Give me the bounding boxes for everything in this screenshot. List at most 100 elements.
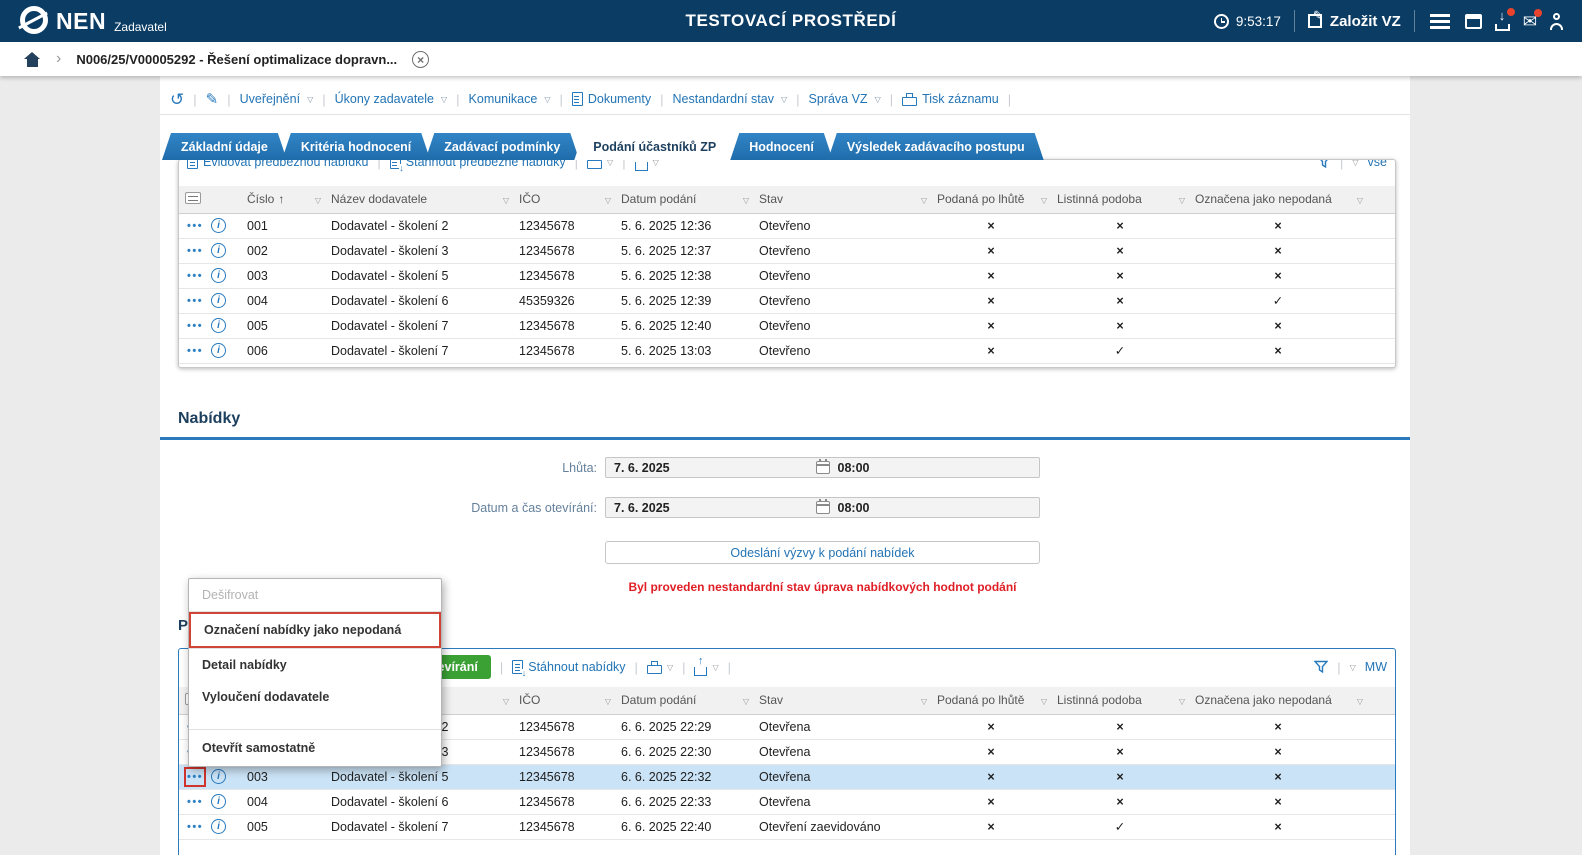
column-po-lhute[interactable]: Podaná po lhůtě ▽: [931, 186, 1051, 214]
column-filter-caret[interactable]: ▽: [921, 196, 927, 205]
row-menu-button[interactable]: •••: [187, 244, 203, 258]
view-selector[interactable]: vše: [1368, 160, 1387, 169]
table-row[interactable]: ••• i 006 Dodavatel - školení 7 12345678 …: [179, 338, 1395, 364]
column-ico[interactable]: IČO ▽: [513, 687, 615, 715]
menu-sprava-vz[interactable]: Správa VZ ▽: [809, 92, 881, 106]
column-filter-caret[interactable]: ▽: [605, 697, 611, 706]
table-row[interactable]: ••• i 005 Dodavatel - školení 7 12345678 …: [179, 313, 1395, 339]
column-filter-caret[interactable]: ▽: [503, 196, 509, 205]
row-menu-button[interactable]: •••: [187, 344, 203, 358]
column-filter-caret[interactable]: ▽: [921, 697, 927, 706]
print-button[interactable]: ▽: [646, 660, 673, 674]
info-icon[interactable]: i: [211, 769, 227, 784]
export-button[interactable]: ▽: [634, 160, 659, 171]
close-record-icon[interactable]: ×: [412, 50, 430, 68]
column-filter-caret[interactable]: ▽: [1179, 196, 1185, 205]
row-menu-button[interactable]: •••: [187, 319, 203, 333]
table-row[interactable]: •••i 002 Dodavatel - školení 3 12345678 …: [179, 238, 1395, 264]
info-icon[interactable]: i: [211, 293, 227, 308]
row-menu-button[interactable]: •••: [187, 795, 203, 809]
info-icon[interactable]: i: [211, 794, 227, 809]
row-menu-button[interactable]: •••: [183, 766, 207, 787]
messages-button[interactable]: ✉: [1523, 8, 1542, 30]
info-icon[interactable]: i: [211, 318, 227, 333]
column-nepodana[interactable]: Označena jako nepodaná ▽: [1189, 186, 1367, 214]
tab-podani-ucastniku-zp[interactable]: Podání účastníků ZP: [574, 133, 735, 160]
column-filter-caret[interactable]: ▽: [743, 196, 749, 205]
filter-icon[interactable]: [1317, 160, 1331, 169]
row-menu-button[interactable]: •••: [187, 219, 203, 233]
menu-item-detail-nabidky[interactable]: Detail nabídky: [189, 649, 441, 681]
column-nepodana[interactable]: Označena jako nepodaná ▽: [1189, 687, 1367, 715]
table-row[interactable]: ••• i 003 Dodavatel - školení 5 12345678 …: [179, 263, 1395, 289]
column-filter-caret[interactable]: ▽: [1041, 697, 1047, 706]
column-filter-caret[interactable]: ▽: [743, 697, 749, 706]
view-selector[interactable]: MW: [1365, 660, 1387, 674]
column-filter-caret[interactable]: ▽: [503, 697, 509, 706]
info-icon[interactable]: i: [211, 343, 227, 358]
pencil-icon[interactable]: ✎: [206, 91, 219, 108]
deadline-datetime-field[interactable]: 7. 6. 2025 08:00: [605, 457, 1040, 478]
info-icon[interactable]: i: [211, 218, 227, 233]
menu-uverejneni[interactable]: Uveřejnění ▽: [240, 92, 314, 106]
table-row[interactable]: ••• i 005 Dodavatel - školení 7 12345678 …: [179, 814, 1395, 840]
table-row[interactable]: ••• i 004 Dodavatel - školení 6 45359326 …: [179, 288, 1395, 314]
filter-icon[interactable]: [1314, 660, 1329, 674]
menu-dokumenty[interactable]: Dokumenty: [571, 92, 651, 106]
create-vz-button[interactable]: Založit VZ: [1307, 8, 1401, 30]
export-button[interactable]: ▽: [694, 655, 719, 676]
info-icon[interactable]: i: [211, 819, 227, 834]
downloads-button[interactable]: [1494, 7, 1515, 31]
column-listinna[interactable]: Listinná podoba ▽: [1051, 687, 1189, 715]
column-ico[interactable]: IČO ▽: [513, 186, 615, 214]
column-filter-caret[interactable]: ▽: [315, 196, 321, 205]
column-filter-caret[interactable]: ▽: [605, 196, 611, 205]
table-row[interactable]: ••• i 003 Dodavatel - školení 5 12345678 …: [179, 764, 1395, 790]
column-stav[interactable]: Stav ▽: [753, 186, 931, 214]
calendar-button[interactable]: [1464, 13, 1482, 29]
brand[interactable]: NEN Zadavatel: [20, 4, 167, 38]
send-invitation-button[interactable]: Odeslání výzvy k podání nabídek: [605, 541, 1040, 564]
menu-komunikace[interactable]: Komunikace ▽: [469, 92, 551, 106]
info-icon[interactable]: i: [211, 243, 227, 258]
tab-kriteria-hodnoceni[interactable]: Kritéria hodnocení: [282, 133, 430, 160]
tab-vysledek-zadavaciho-postupu[interactable]: Výsledek zadávacího postupu: [828, 133, 1044, 160]
main-menu-button[interactable]: [1428, 11, 1452, 32]
profile-button[interactable]: [1550, 12, 1566, 30]
column-datum[interactable]: Datum podání ▽: [615, 186, 753, 214]
menu-item-vylouceni-dodavatele[interactable]: Vyloučení dodavatele: [189, 681, 441, 713]
table-row[interactable]: •••i 001 Dodavatel - školení 2 12345678 …: [179, 213, 1395, 239]
column-filter-caret[interactable]: ▽: [1357, 196, 1363, 205]
column-listinna[interactable]: Listinná podoba ▽: [1051, 186, 1189, 214]
tab-hodnoceni[interactable]: Hodnocení: [730, 133, 833, 160]
home-icon[interactable]: [24, 51, 41, 67]
row-menu-button[interactable]: •••: [187, 294, 203, 308]
column-filter-caret[interactable]: ▽: [1357, 697, 1363, 706]
menu-item-oznaceni-nepodana[interactable]: Označení nabídky jako nepodaná: [189, 612, 441, 648]
download-offers-button[interactable]: Stáhnout nabídky: [512, 660, 626, 677]
column-filter-caret[interactable]: ▽: [1041, 196, 1047, 205]
history-icon[interactable]: ↺: [170, 91, 184, 108]
menu-ukony-zadavatele[interactable]: Úkony zadavatele ▽: [335, 92, 448, 106]
tab-zadavaci-podminky[interactable]: Zadávací podmínky: [425, 133, 579, 160]
column-po-lhute[interactable]: Podaná po lhůtě ▽: [931, 687, 1051, 715]
tab-zakladni-udaje[interactable]: Základní údaje: [162, 133, 287, 160]
column-filter-caret[interactable]: ▽: [1179, 697, 1185, 706]
column-settings[interactable]: [179, 186, 241, 214]
row-menu-button[interactable]: •••: [187, 820, 203, 834]
menu-nestandardni-stav[interactable]: Nestandardní stav ▽: [673, 92, 788, 106]
row-menu-button[interactable]: •••: [187, 269, 203, 283]
menu-item-otevrit-samostatne[interactable]: Otevřít samostatně: [189, 730, 441, 766]
opening-datetime-field[interactable]: 7. 6. 2025 08:00: [605, 497, 1040, 518]
column-datum[interactable]: Datum podání ▽: [615, 687, 753, 715]
column-cislo[interactable]: Číslo↑▽: [241, 186, 325, 214]
download-prelim-offers-button[interactable]: Stáhnout předběžné nabídky: [389, 160, 566, 172]
register-prelim-offer-button[interactable]: Evidovat předběžnou nabídku: [187, 160, 368, 169]
column-stav[interactable]: Stav ▽: [753, 687, 931, 715]
breadcrumb-record-title[interactable]: N006/25/V00005292 - Řešení optimalizace …: [76, 52, 397, 67]
print-button[interactable]: ▽: [587, 160, 613, 169]
column-nazev[interactable]: Název dodavatele▽: [325, 186, 513, 214]
menu-tisk-zaznamu[interactable]: Tisk záznamu: [902, 92, 999, 106]
info-icon[interactable]: i: [211, 268, 227, 283]
table-row[interactable]: ••• i 004 Dodavatel - školení 6 12345678 …: [179, 789, 1395, 815]
